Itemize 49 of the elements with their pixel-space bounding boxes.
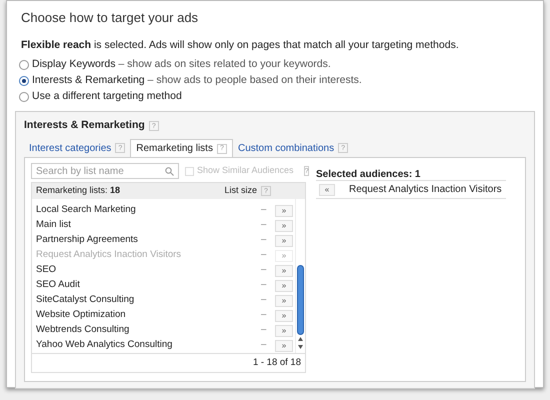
radio-button[interactable] bbox=[19, 60, 29, 70]
list-count: Remarketing lists: 18 bbox=[36, 184, 122, 198]
search-icon bbox=[165, 166, 174, 176]
add-button[interactable]: » bbox=[275, 340, 293, 352]
list-name: Local Search Marketing bbox=[36, 203, 137, 218]
page-title: Choose how to target your ads bbox=[20, 9, 200, 27]
list-name: SEO Audit bbox=[36, 278, 81, 292]
targeting-option[interactable]: Use a different targeting method bbox=[19, 90, 531, 104]
reach-note: Flexible reach is selected. Ads will show only on pages that match all your targeting methods. bbox=[20, 38, 460, 52]
add-button[interactable]: » bbox=[275, 324, 293, 336]
scrollbar[interactable] bbox=[295, 199, 305, 353]
scroll-down-icon[interactable] bbox=[297, 343, 304, 351]
list-name: SEO bbox=[36, 263, 58, 278]
add-button[interactable]: » bbox=[275, 234, 293, 246]
list-size: – bbox=[261, 218, 268, 232]
list-size: – bbox=[261, 323, 268, 338]
list-size: – bbox=[261, 203, 268, 218]
add-button[interactable]: » bbox=[275, 220, 293, 232]
audience-name: Request Analytics Inaction Visitors bbox=[349, 183, 502, 197]
selected-audiences-header: Selected audiences: 1 bbox=[316, 167, 506, 181]
list-name: Yahoo Web Analytics Consulting bbox=[36, 338, 174, 352]
list-name: Partnership Agreements bbox=[36, 233, 139, 248]
list-name: SiteCatalyst Consulting bbox=[36, 293, 136, 308]
list-name: Main list bbox=[36, 218, 72, 232]
add-button[interactable]: » bbox=[275, 310, 293, 322]
list-size: – bbox=[261, 263, 268, 278]
list-name: Request Analytics Inaction Visitors bbox=[36, 248, 182, 262]
add-button[interactable]: » bbox=[275, 280, 293, 292]
list-name: Website Optimization bbox=[36, 308, 127, 322]
list-size: – bbox=[261, 233, 268, 248]
list-name: Webtrends Consulting bbox=[36, 323, 130, 338]
panel-title: Interests & Remarketing bbox=[24, 118, 145, 134]
search-field[interactable]: Search by list name bbox=[31, 163, 179, 179]
remove-button[interactable]: « bbox=[319, 184, 335, 196]
scroll-up-icon[interactable] bbox=[297, 335, 304, 343]
add-button[interactable]: » bbox=[275, 204, 293, 216]
list-size: – bbox=[261, 338, 268, 352]
list-size: – bbox=[261, 278, 268, 292]
targeting-option[interactable]: Display Keywords – show ads on sites related to your keywords. bbox=[19, 58, 531, 72]
add-button[interactable]: » bbox=[275, 294, 293, 306]
radio-button[interactable] bbox=[19, 76, 29, 86]
radio-button[interactable] bbox=[19, 92, 29, 102]
add-button[interactable]: » bbox=[275, 264, 293, 276]
list-size: – bbox=[261, 248, 268, 262]
list-size: – bbox=[261, 308, 268, 322]
list-size-header: List size bbox=[224, 184, 257, 198]
list-size: – bbox=[261, 293, 268, 308]
list-footer: 1 - 18 of 18 bbox=[32, 353, 305, 372]
targeting-option[interactable]: Interests & Remarketing – show ads to people based on their interests. bbox=[19, 74, 531, 88]
